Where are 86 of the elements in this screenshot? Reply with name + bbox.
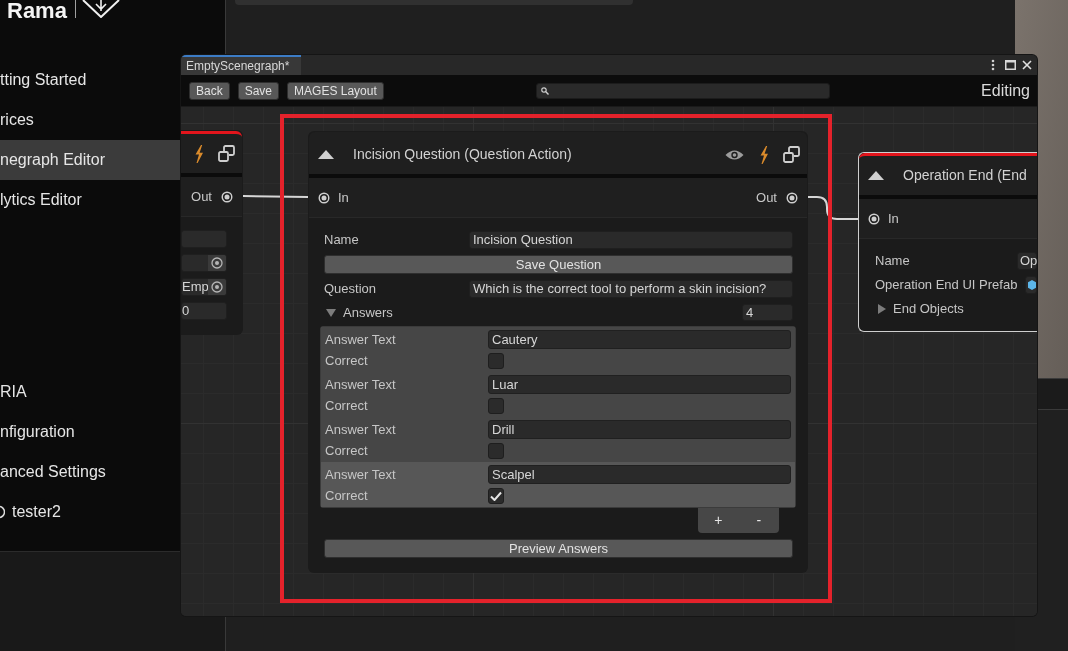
graph-node[interactable]: Out Emp 0 — [181, 130, 243, 335]
toolbar-button[interactable]: MAGES Layout — [287, 81, 384, 100]
eye-icon[interactable] — [725, 148, 744, 161]
checkbox[interactable] — [488, 488, 504, 504]
field-label: Correct — [325, 487, 369, 506]
object-field[interactable] — [181, 254, 227, 272]
graph-node[interactable]: Operation End (End In Name Op Operation End UI Prefab End Objects — [858, 152, 1037, 332]
field-label: Operation End UI Prefab — [875, 276, 1019, 295]
field-label: Name — [875, 252, 911, 271]
count-field[interactable]: 4 — [742, 304, 793, 321]
user-icon — [0, 505, 5, 519]
object-picker-button[interactable] — [208, 279, 226, 295]
text-field[interactable] — [181, 230, 227, 248]
checkbox[interactable] — [488, 443, 504, 459]
port-label: Out — [756, 188, 777, 207]
target-icon — [211, 281, 223, 293]
checkbox[interactable] — [488, 353, 504, 369]
search-field[interactable] — [535, 82, 830, 99]
text-field[interactable]: Scalpel — [488, 465, 791, 484]
port-label: Out — [191, 187, 212, 206]
sidebar-item[interactable]: nfiguration — [0, 412, 181, 452]
sidebar-item[interactable]: lytics Editor — [0, 180, 181, 220]
sidebar-item[interactable]: RIA — [0, 372, 181, 412]
object-field[interactable] — [1025, 276, 1037, 294]
sidebar-item[interactable]: rices — [0, 100, 181, 140]
overlapping-squares-icon[interactable] — [218, 145, 235, 162]
toolbar-button[interactable]: Save — [237, 81, 280, 100]
field-value: Emp — [182, 279, 208, 295]
object-field[interactable]: Emp — [181, 278, 227, 296]
text-field[interactable]: Luar — [488, 375, 791, 394]
node-title: Incision Question (Question Action) — [353, 145, 572, 164]
collapse-triangle-icon[interactable] — [868, 171, 884, 180]
field-label: Answer Text — [325, 420, 397, 439]
sidebar-item[interactable]: anced Settings — [0, 452, 181, 492]
close-icon[interactable] — [1022, 60, 1032, 70]
node-title: Operation End (End — [903, 166, 1027, 185]
foldout-toggle[interactable]: Answers — [324, 302, 393, 323]
port-icon[interactable] — [221, 190, 233, 203]
overlapping-squares-icon[interactable] — [783, 146, 800, 163]
mode-label: Editing — [981, 80, 1030, 101]
sidebar-item[interactable]: tting Started — [0, 60, 181, 100]
text-field[interactable]: Op — [1017, 252, 1037, 270]
field-label: Correct — [325, 397, 369, 416]
add-button[interactable]: + — [698, 508, 739, 533]
action-button[interactable]: Save Question — [324, 255, 793, 274]
field-label: Correct — [325, 352, 369, 371]
action-button[interactable]: Preview Answers — [324, 539, 793, 558]
field-label: Answer Text — [325, 465, 397, 484]
field-label: Answer Text — [325, 375, 397, 394]
list-element[interactable]: Answer Text Scalpel Correct — [321, 462, 795, 507]
port-label: In — [888, 209, 899, 228]
text-field[interactable]: Which is the correct tool to perform a skin incision? — [469, 280, 793, 298]
triangle-down-icon — [326, 308, 336, 317]
maximize-icon[interactable] — [1005, 60, 1016, 70]
field-label: Name — [324, 231, 360, 250]
foldout-toggle[interactable]: End Objects — [875, 300, 964, 317]
port-icon[interactable] — [318, 191, 330, 204]
sidebar-item[interactable]: negraph Editor — [0, 140, 181, 180]
text-field[interactable]: Cautery — [488, 330, 791, 349]
object-picker-button[interactable] — [208, 255, 226, 271]
checkmark-icon — [490, 491, 502, 501]
field-label: Correct — [325, 442, 369, 461]
lightning-icon[interactable] — [193, 144, 204, 163]
more-options-icon[interactable] — [991, 59, 995, 71]
port-label: In — [338, 188, 349, 207]
window-tab[interactable]: EmptyScenegraph* — [181, 55, 301, 75]
text-field[interactable]: 0 — [181, 302, 227, 320]
search-icon — [540, 86, 549, 95]
field-label: Answer Text — [325, 330, 397, 349]
graph-node[interactable] — [308, 131, 808, 573]
collapse-triangle-icon[interactable] — [318, 150, 334, 159]
target-icon — [211, 257, 223, 269]
diamond-logo-icon — [81, 0, 120, 18]
field-label: Question — [324, 280, 378, 299]
checkbox[interactable] — [488, 398, 504, 414]
logo-text: Rama — [7, 0, 67, 22]
port-icon[interactable] — [786, 191, 798, 204]
remove-button[interactable]: - — [738, 508, 779, 533]
triangle-right-icon — [878, 303, 886, 314]
text-field[interactable]: Drill — [488, 420, 791, 439]
lightning-icon[interactable] — [758, 145, 769, 164]
list-element[interactable]: Answer Text Cautery Correct — [321, 327, 795, 372]
toolbar-button[interactable]: Back — [189, 81, 230, 100]
sidebar-item[interactable]: tester2 — [0, 492, 181, 532]
text-field[interactable]: Incision Question — [469, 231, 793, 249]
port-icon[interactable] — [868, 212, 880, 225]
